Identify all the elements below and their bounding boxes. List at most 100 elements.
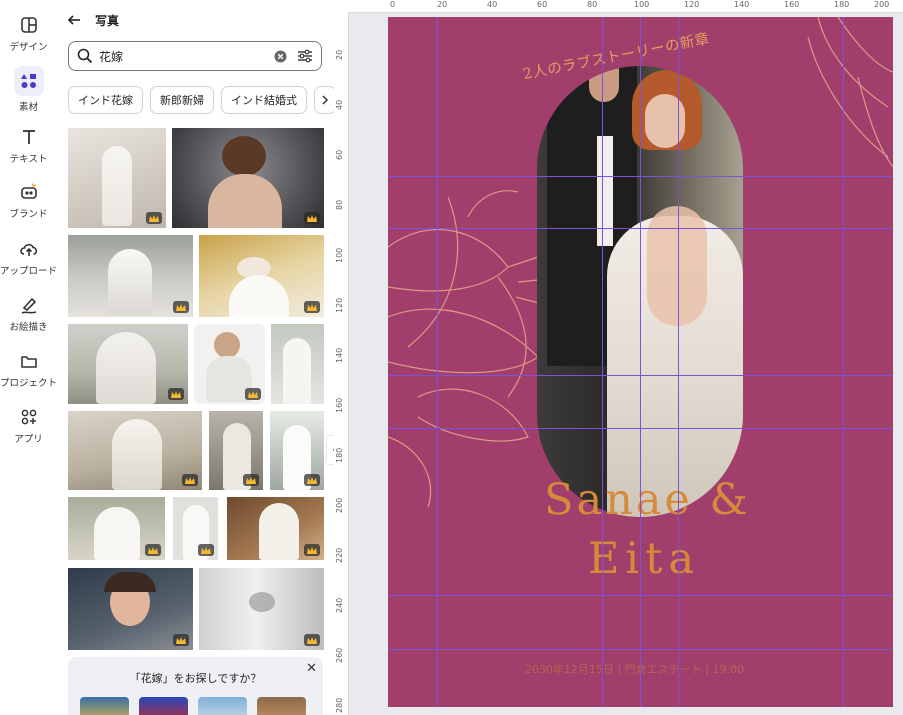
ruler-tick: 180 (335, 447, 344, 463)
suggestion-thumbnail[interactable] (198, 697, 247, 715)
ruler-tick: 80 (335, 199, 344, 210)
guide-line-vertical (843, 17, 844, 707)
rail-item-label: アプリ (14, 434, 43, 445)
suggestion-thumbnail[interactable] (80, 697, 129, 715)
rail-item-label: テキスト (9, 154, 48, 165)
premium-crown-icon (198, 544, 214, 556)
elements-icon (20, 74, 36, 88)
left-rail: デザイン 素材 テキスト ブランド アップロード お絵描き プロジェクト アプリ (0, 0, 57, 715)
design-event-info[interactable]: 2030年12月15日 | 門倉エステート | 19:00 (525, 661, 744, 677)
ruler-tick: 240 (335, 597, 344, 613)
chevron-right-icon (322, 95, 329, 105)
premium-crown-icon (304, 544, 320, 556)
rail-item-upload[interactable]: アップロード (0, 238, 57, 277)
ruler-tick: 260 (335, 647, 344, 663)
photo-thumbnail[interactable] (270, 411, 324, 490)
layout-icon (20, 17, 37, 33)
premium-crown-icon (304, 301, 320, 313)
rail-item-draw[interactable]: お絵描き (0, 294, 57, 333)
draw-icon (21, 297, 36, 314)
premium-crown-icon (173, 301, 189, 313)
ruler-tick: 140 (734, 0, 750, 9)
photo-thumbnail[interactable] (68, 497, 165, 560)
rail-item-elements[interactable]: 素材 (0, 66, 57, 113)
rail-item-label: お絵描き (9, 322, 48, 333)
photo-thumbnail[interactable] (199, 235, 324, 317)
photo-thumbnail[interactable] (199, 568, 324, 650)
premium-crown-icon (146, 212, 162, 224)
search-icon (77, 48, 93, 64)
guide-line-vertical (640, 17, 641, 707)
ruler-tick: 100 (335, 247, 344, 263)
design-names-line-1[interactable]: Sanae & (544, 475, 751, 525)
guide-line-horizontal (388, 228, 893, 229)
rail-item-label: デザイン (9, 42, 48, 53)
folder-icon (20, 356, 37, 368)
upload-icon (19, 243, 37, 256)
premium-crown-icon (168, 388, 184, 400)
rail-item-text[interactable]: テキスト (0, 126, 57, 165)
ruler-tick: 120 (335, 297, 344, 313)
rail-item-brand[interactable]: ブランド (0, 181, 57, 220)
ruler-tick: 160 (335, 397, 344, 413)
premium-crown-icon (304, 212, 320, 224)
premium-crown-icon (182, 474, 198, 486)
search-box[interactable]: 花嫁 (68, 41, 322, 71)
design-canvas[interactable]: 2人のラブストーリーの新章 Sanae & Eita 2030年12月15日 |… (388, 17, 893, 707)
photo-thumbnail[interactable] (68, 235, 193, 317)
photo-thumbnail[interactable] (68, 568, 193, 650)
photo-thumbnail[interactable] (227, 497, 324, 560)
guide-line-horizontal (388, 595, 893, 596)
ruler-vertical: 20 40 60 80 100 120 140 160 180 200 220 … (334, 12, 349, 715)
guide-line-horizontal (388, 649, 893, 650)
rail-item-label: ブランド (9, 209, 48, 220)
chip-indian-wedding[interactable]: インド結婚式 (221, 86, 307, 114)
chips-next-button[interactable] (314, 86, 334, 114)
filter-sliders-icon[interactable] (297, 49, 313, 63)
rail-item-label: アップロード (0, 266, 58, 277)
ruler-tick: 60 (335, 149, 344, 160)
suggestion-thumbnail[interactable] (139, 697, 188, 715)
ruler-tick: 40 (335, 99, 344, 110)
photo-thumbnail[interactable] (173, 497, 218, 560)
text-icon (22, 130, 35, 144)
photo-thumbnail[interactable] (209, 411, 263, 490)
premium-crown-icon (145, 544, 161, 556)
chip-indian-bride[interactable]: インド花嫁 (68, 86, 143, 114)
guide-line-horizontal (388, 176, 893, 177)
photo-thumbnail[interactable] (172, 128, 324, 228)
suggestion-text: 「花嫁」をお探しですか？ (129, 672, 262, 685)
premium-crown-icon (245, 388, 261, 400)
brand-icon (20, 183, 37, 199)
photo-thumbnail[interactable] (68, 324, 188, 404)
search-input[interactable]: 花嫁 (99, 48, 274, 65)
photo-thumbnail[interactable] (68, 128, 166, 228)
ruler-tick: 280 (335, 697, 344, 713)
chip-bride-and-groom[interactable]: 新郎新婦 (150, 86, 214, 114)
panel-title: 写真 (95, 13, 120, 28)
ruler-tick: 140 (335, 347, 344, 363)
rail-item-design[interactable]: デザイン (0, 14, 57, 53)
back-arrow-icon[interactable] (67, 13, 81, 27)
ruler-tick: 200 (874, 0, 890, 9)
ruler-tick: 120 (684, 0, 700, 9)
guide-line-vertical (602, 17, 603, 707)
premium-crown-icon (304, 634, 320, 646)
ruler-tick: 180 (834, 0, 850, 9)
ruler-tick: 160 (784, 0, 800, 9)
ruler-tick: 220 (335, 547, 344, 563)
design-names-line-2[interactable]: Eita (588, 534, 700, 584)
photo-thumbnail[interactable] (271, 324, 324, 404)
ruler-tick: 200 (335, 497, 344, 513)
guide-line-vertical (437, 17, 438, 707)
rail-item-projects[interactable]: プロジェクト (0, 350, 57, 389)
premium-crown-icon (173, 634, 189, 646)
apps-icon (21, 409, 36, 425)
ruler-tick: 100 (634, 0, 650, 9)
rail-item-apps[interactable]: アプリ (0, 406, 57, 445)
clear-search-icon[interactable] (274, 50, 287, 63)
premium-crown-icon (243, 474, 259, 486)
suggestion-thumbnail[interactable] (257, 697, 306, 715)
photo-thumbnail[interactable] (194, 324, 265, 404)
photo-thumbnail[interactable] (68, 411, 202, 490)
